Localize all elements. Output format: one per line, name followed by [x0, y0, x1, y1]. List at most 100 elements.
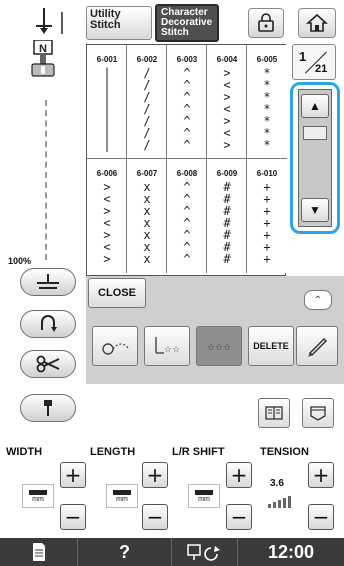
- pocket-button[interactable]: [302, 398, 334, 428]
- machine-setting-button[interactable]: [172, 538, 238, 566]
- lr-shift-minus-button[interactable]: −: [226, 504, 252, 530]
- book-icon: [265, 406, 283, 420]
- stitch-cell-6-004[interactable]: 6-004 > < > < > < >: [207, 45, 247, 159]
- stitch-code: 6-002: [136, 55, 158, 64]
- length-plus-button[interactable]: +: [142, 462, 168, 488]
- close-button[interactable]: CLOSE: [88, 278, 146, 308]
- stitch-pattern-icon: | | | | | | |: [103, 67, 111, 152]
- presser-foot-letter: N: [39, 43, 47, 55]
- chevron-up-icon: ⌃: [313, 294, 323, 306]
- stitch-code: 6-003: [176, 55, 198, 64]
- lr-shift-dash: [195, 489, 213, 495]
- length-label: LENGTH: [90, 446, 136, 458]
- stitch-pattern-icon: / / / / / / /: [143, 67, 151, 152]
- machine-setting-icon: [186, 544, 220, 561]
- pattern-repeat-icon: ☆☆☆: [207, 343, 231, 353]
- stitch-cell-6-006[interactable]: 6-006 > < > < > < >: [87, 159, 127, 273]
- length-value: mm: [106, 484, 138, 508]
- width-dash: [29, 489, 47, 495]
- width-label: WIDTH: [6, 446, 43, 458]
- stitch-pattern-icon: * * * * * * *: [263, 67, 271, 152]
- home-icon: [306, 13, 328, 32]
- lr-shift-unit: mm: [198, 495, 210, 503]
- length-dash: [113, 489, 131, 495]
- tension-plus-button[interactable]: +: [308, 462, 334, 488]
- stitch-pattern-icon: # # # # # # #: [223, 181, 231, 266]
- presser-foot-icon: N: [28, 39, 58, 84]
- stitch-cell-6-001[interactable]: 6-001 | | | | | | |: [87, 45, 127, 159]
- stitch-code: 6-006: [96, 169, 118, 178]
- lock-button[interactable]: [248, 8, 284, 38]
- lock-icon: [258, 13, 274, 32]
- arrow-down-icon: ▼: [309, 203, 321, 217]
- thread-cutter-button[interactable]: [20, 350, 76, 378]
- presser-foot-lift-button[interactable]: [20, 268, 76, 296]
- thread-spool-button[interactable]: [92, 326, 138, 366]
- reverse-button[interactable]: [20, 310, 76, 338]
- bottom-bar: ? 12:00: [0, 538, 344, 566]
- stitch-cell-6-010[interactable]: 6-010 + + + + + + +: [247, 159, 287, 273]
- help-button[interactable]: ?: [78, 538, 172, 566]
- pattern-combine-button[interactable]: ☆☆: [144, 326, 190, 366]
- tab-char-line3: Stitch: [161, 27, 189, 38]
- pattern-combine-icon: ☆☆: [155, 337, 180, 355]
- stitch-code: 6-010: [256, 169, 278, 178]
- pattern-repeat-button[interactable]: ☆☆☆: [196, 326, 242, 366]
- tension-level-icon: [268, 494, 298, 513]
- tension-minus-button[interactable]: −: [308, 504, 334, 530]
- tab-utility-line2: Stitch: [90, 19, 121, 31]
- stitch-cell-6-007[interactable]: 6-007 x x x x x x x: [127, 159, 167, 273]
- width-minus-button[interactable]: −: [60, 504, 86, 530]
- document-button[interactable]: [0, 538, 78, 566]
- stitch-code: 6-001: [96, 55, 118, 64]
- needle-up-down-button[interactable]: [20, 394, 76, 422]
- scroll-track[interactable]: ▲ ▼: [298, 89, 332, 227]
- lr-shift-value: mm: [188, 484, 220, 508]
- width-plus-button[interactable]: +: [60, 462, 86, 488]
- stitch-pattern-icon: ^ ^ ^ ^ ^ ^ ^: [183, 181, 191, 266]
- stitch-cell-6-008[interactable]: 6-008 ^ ^ ^ ^ ^ ^ ^: [167, 159, 207, 273]
- stitch-cell-6-002[interactable]: 6-002 / / / / / / /: [127, 45, 167, 159]
- stitch-cell-6-009[interactable]: 6-009 # # # # # # #: [207, 159, 247, 273]
- stitch-code: 6-007: [136, 169, 158, 178]
- stitch-pattern-icon: ^ ^ ^ ^ ^ ^ ^: [183, 67, 191, 152]
- clock: 12:00: [267, 541, 315, 562]
- presser-foot-lift-icon: [37, 274, 59, 289]
- collapse-button[interactable]: ⌃: [304, 290, 332, 310]
- scroll-thumb[interactable]: [303, 126, 327, 140]
- tab-character-decorative-stitch[interactable]: Character Decorative Stitch: [155, 4, 219, 42]
- stitch-cell-6-005[interactable]: 6-005 * * * * * * *: [247, 45, 287, 159]
- page-scroller: ▲ ▼: [290, 82, 340, 234]
- zoom-level: 100%: [8, 256, 32, 266]
- stitch-pattern-icon: + + + + + + +: [263, 181, 271, 266]
- svg-text:☆☆☆: ☆☆☆: [207, 343, 231, 353]
- stitch-code: 6-009: [216, 169, 238, 178]
- pencil-icon: [308, 337, 328, 357]
- stitch-code: 6-008: [176, 169, 198, 178]
- scroll-down-button[interactable]: ▼: [301, 198, 329, 222]
- home-button[interactable]: [298, 8, 336, 38]
- stitch-code: 6-004: [216, 55, 238, 64]
- tab-utility-stitch[interactable]: Utility Stitch: [86, 6, 152, 40]
- scroll-up-button[interactable]: ▲: [301, 94, 329, 118]
- edit-pencil-button[interactable]: [296, 326, 338, 366]
- stitch-preview: [45, 100, 47, 260]
- delete-button[interactable]: DELETE: [248, 326, 294, 366]
- length-minus-button[interactable]: −: [142, 504, 168, 530]
- manual-button[interactable]: [258, 398, 290, 428]
- stitch-pattern-icon: > < > < > < >: [223, 67, 231, 152]
- tension-label: TENSION: [260, 446, 309, 458]
- lr-shift-label: L/R SHIFT: [172, 446, 225, 458]
- stitch-cell-6-003[interactable]: 6-003 ^ ^ ^ ^ ^ ^ ^: [167, 45, 207, 159]
- document-icon: [32, 543, 45, 561]
- stitch-pattern-icon: > < > < > < >: [103, 181, 111, 266]
- stitch-grid: 6-001 | | | | | | | 6-002 / / / / / / / …: [86, 44, 287, 276]
- tension-value: 3.6: [270, 478, 284, 489]
- page-indicator: 1 21: [292, 44, 336, 80]
- width-value: mm: [22, 484, 54, 508]
- pocket-icon: [310, 406, 326, 421]
- page-current: 1: [299, 49, 307, 64]
- lr-shift-plus-button[interactable]: +: [226, 462, 252, 488]
- svg-text:☆☆: ☆☆: [164, 345, 180, 355]
- reverse-icon: [41, 315, 57, 332]
